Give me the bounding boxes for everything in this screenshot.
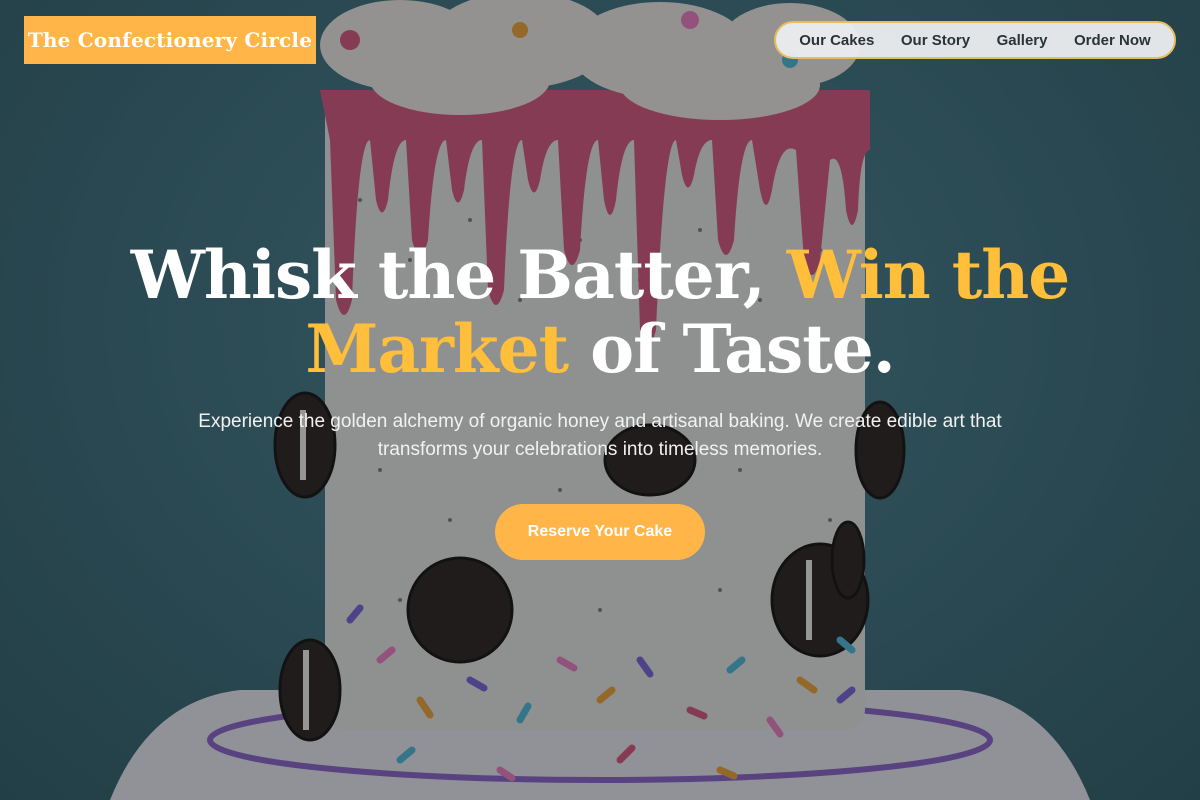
background-dim-overlay xyxy=(0,0,1200,800)
hero-title-accent2: Market xyxy=(305,310,569,388)
hero-subtitle: Experience the golden alchemy of organic… xyxy=(198,411,1002,460)
nav-item-gallery[interactable]: Gallery xyxy=(997,32,1048,49)
nav-item-order-now[interactable]: Order Now xyxy=(1074,32,1151,49)
brand-name: The Confectionery Circle xyxy=(27,28,313,52)
main-nav: Our Cakes Our Story Gallery Order Now xyxy=(774,21,1176,59)
nav-item-our-cakes[interactable]: Our Cakes xyxy=(799,32,874,49)
hero-title: Whisk the Batter, Win the Market of Taste… xyxy=(100,238,1100,386)
hero-title-part1: Whisk the Batter, xyxy=(130,236,766,314)
hero-title-part2: of Taste. xyxy=(590,310,896,388)
reserve-cake-button[interactable]: Reserve Your Cake xyxy=(495,504,705,560)
hero-title-accent1: Win the xyxy=(786,236,1070,314)
brand-logo[interactable]: The Confectionery Circle xyxy=(24,16,316,64)
nav-item-our-story[interactable]: Our Story xyxy=(901,32,970,49)
hero-background-image xyxy=(0,0,1200,800)
